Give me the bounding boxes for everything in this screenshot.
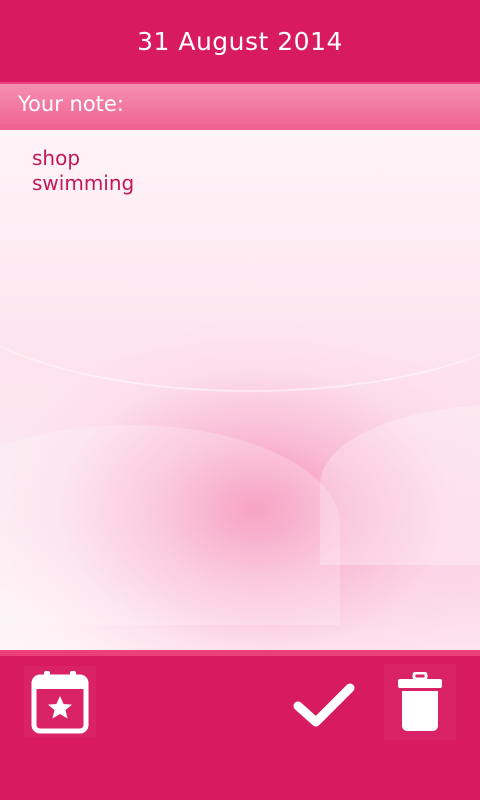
background-wave xyxy=(0,425,340,625)
delete-button[interactable] xyxy=(384,664,456,740)
note-editor[interactable]: shop swimming xyxy=(0,130,480,650)
header: 31 August 2014 xyxy=(0,0,480,82)
note-screen: 31 August 2014 Your note: shop swimming xyxy=(0,0,480,800)
background-wave xyxy=(320,405,480,565)
checkmark-icon xyxy=(293,683,355,727)
calendar-star-icon xyxy=(31,671,89,734)
note-label-bar: Your note: xyxy=(0,82,480,130)
note-label: Your note: xyxy=(18,92,124,116)
bottom-toolbar xyxy=(0,656,480,800)
confirm-button[interactable] xyxy=(284,668,364,740)
note-text[interactable]: shop swimming xyxy=(32,146,134,196)
calendar-button[interactable] xyxy=(24,666,96,738)
date-title: 31 August 2014 xyxy=(137,26,343,56)
background-wave xyxy=(0,170,480,392)
trash-icon xyxy=(398,672,442,731)
